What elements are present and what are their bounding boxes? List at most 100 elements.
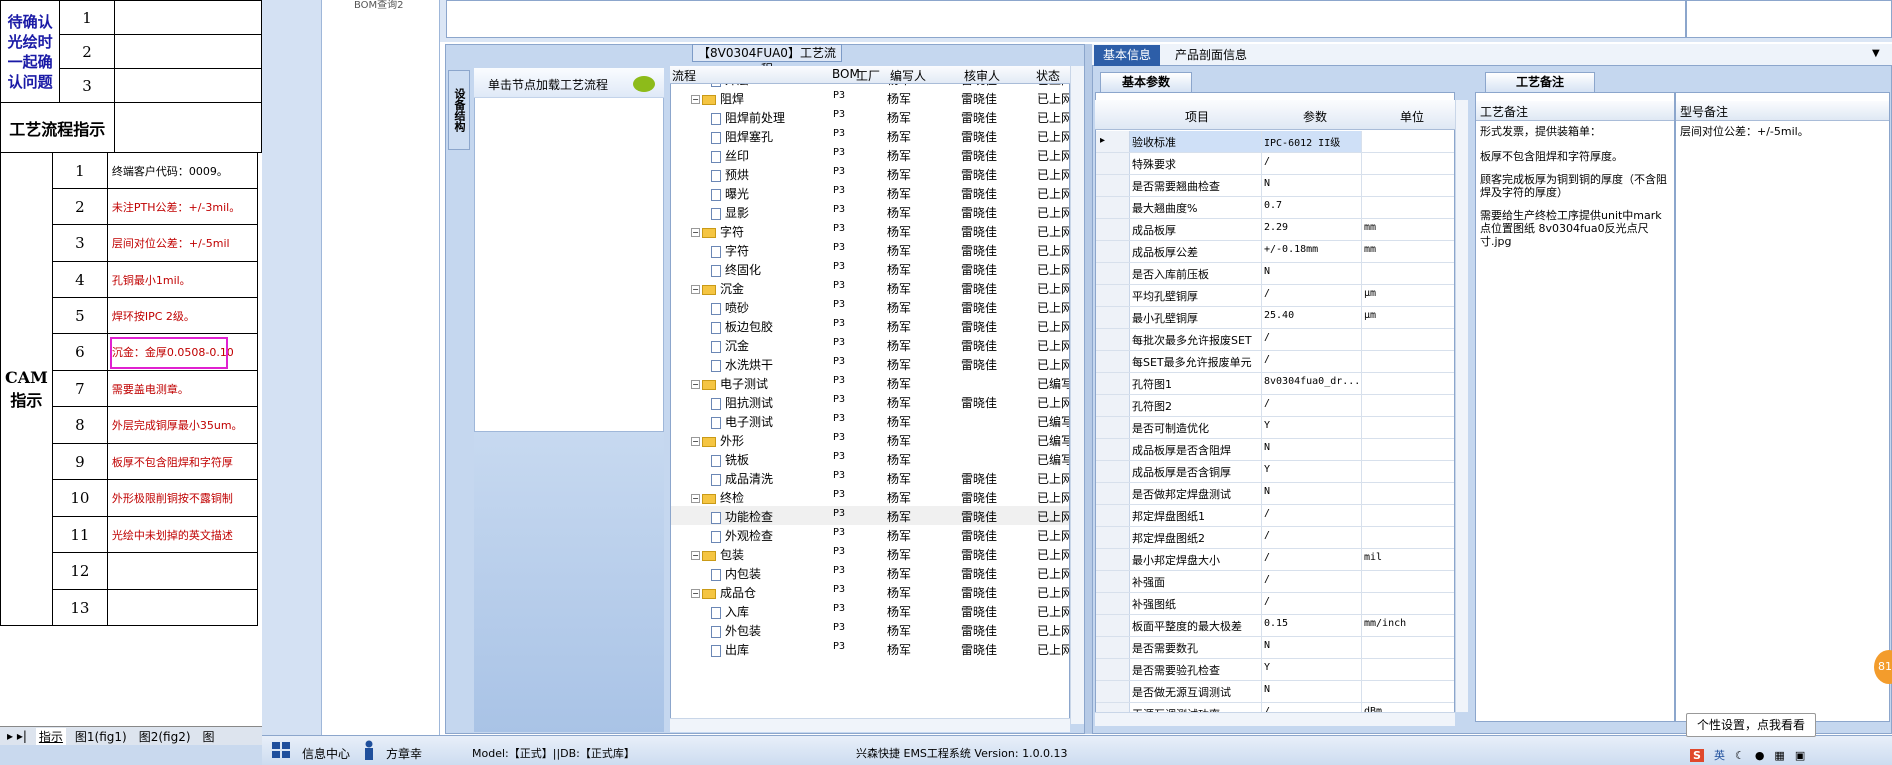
tree-node[interactable]: 预烘	[711, 166, 749, 183]
row-selector[interactable]	[1096, 395, 1130, 416]
row-selector[interactable]	[1096, 417, 1130, 438]
tree-node[interactable]: 成品清洗	[711, 470, 773, 487]
tree-row[interactable]: 丝印 P3 杨军 雷晓佳 已上网	[671, 145, 1069, 164]
col-param[interactable]: 参数	[1303, 108, 1327, 125]
tree-row[interactable]: − 电子测试 P3 杨军 已编写	[671, 373, 1069, 392]
cam-instruction[interactable]: 外形极限削铜按不露铜制	[106, 479, 258, 517]
row-num[interactable]: 6	[51, 333, 108, 371]
row-selector[interactable]	[1096, 263, 1130, 284]
col-writer[interactable]: 编写人	[890, 67, 926, 84]
param-value[interactable]: /	[1262, 329, 1362, 350]
tree-row[interactable]: 沉金 P3 杨军 雷晓佳 已上网	[671, 335, 1069, 354]
param-row[interactable]: 是否入库前压板 N	[1096, 263, 1454, 285]
param-row[interactable]: 是否做无源互调测试 N	[1096, 681, 1454, 703]
row-selector[interactable]	[1096, 681, 1130, 702]
col-flow[interactable]: 流程	[672, 67, 696, 84]
cam-instruction[interactable]: 需要盖电测章。	[106, 370, 258, 407]
param-row[interactable]: 是否需要翘曲检查 N	[1096, 175, 1454, 197]
param-row[interactable]: 平均孔壁铜厚 / μm	[1096, 285, 1454, 307]
tab-profile-info[interactable]: 产品剖面信息	[1166, 45, 1256, 66]
tree-node[interactable]: 外观检查	[711, 527, 773, 544]
param-value[interactable]: /	[1262, 593, 1362, 614]
tree-node[interactable]: 水洗烘干	[711, 356, 773, 373]
ime-s-icon[interactable]: S	[1690, 748, 1704, 762]
tree-node[interactable]: 丝印	[711, 147, 749, 164]
row-selector[interactable]	[1096, 153, 1130, 174]
tree-node[interactable]: − 包装	[691, 546, 744, 563]
param-value[interactable]: 2.29	[1262, 219, 1362, 240]
cam-instruction[interactable]	[106, 589, 258, 626]
param-row[interactable]: 是否需要验孔检查 Y	[1096, 659, 1454, 681]
tree-node[interactable]: − 电子测试	[691, 375, 768, 392]
sheet-tab[interactable]: 图	[200, 728, 218, 745]
row-num[interactable]: 5	[51, 297, 108, 334]
tooltip[interactable]: 个性设置，点我看看	[1686, 713, 1816, 737]
param-row[interactable]: 孔符图2/	[1096, 395, 1454, 417]
tree-scrollbar-h[interactable]	[670, 718, 1070, 732]
param-row[interactable]: 是否做邦定焊盘测试 N	[1096, 483, 1454, 505]
param-row[interactable]: 最大翘曲度% 0.7	[1096, 197, 1454, 219]
tree-row[interactable]: − 外形 P3 杨军 已编写	[671, 430, 1069, 449]
row-num[interactable]: 13	[51, 589, 108, 626]
row-selector[interactable]	[1096, 175, 1130, 196]
grid-scrollbar-h[interactable]	[1095, 712, 1455, 726]
collapse-icon[interactable]: −	[691, 589, 700, 598]
tab-basic-info[interactable]: 基本信息	[1094, 45, 1160, 66]
cam-instruction[interactable]: 光绘中未划掉的英文描述	[106, 516, 258, 553]
cam-instruction[interactable]: 孔铜最小1mil。	[106, 261, 258, 298]
row-num[interactable]: 12	[51, 552, 108, 590]
tree-node[interactable]: 显影	[711, 204, 749, 221]
param-value[interactable]: /	[1262, 351, 1362, 372]
param-row[interactable]: 最小孔壁铜厚 25.40 μm	[1096, 307, 1454, 329]
tree-row[interactable]: 阻焊前处理 P3 杨军 雷晓佳 已上网	[671, 107, 1069, 126]
grid-icon[interactable]	[272, 742, 292, 763]
sheet-cell[interactable]	[113, 0, 262, 35]
param-value[interactable]: /	[1262, 153, 1362, 174]
nav-item[interactable]: BOM查询2	[354, 0, 404, 11]
cam-instruction[interactable]: 未注PTH公差：+/-3mil。	[106, 188, 258, 225]
tree-node[interactable]: 外包装	[711, 622, 761, 639]
param-value[interactable]: 0.15	[1262, 615, 1362, 636]
tab-basic-params[interactable]: 基本参数	[1100, 72, 1192, 92]
param-value[interactable]: Y	[1262, 417, 1362, 438]
tree-row[interactable]: 板边包胶 P3 杨军 雷晓佳 已上网	[671, 316, 1069, 335]
col-status[interactable]: 状态	[1036, 67, 1060, 84]
sheet-nav-icon[interactable]: ▸ ▸|	[4, 729, 30, 743]
tree-row[interactable]: 外包装 P3 杨军 雷晓佳 已上网	[671, 620, 1069, 639]
param-value[interactable]: 0.7	[1262, 197, 1362, 218]
cam-instruction[interactable]: 外层完成铜厚最小35um。	[106, 406, 258, 444]
param-row[interactable]: 最小邦定焊盘大小 / mil	[1096, 549, 1454, 571]
param-row[interactable]: ▸ 验收标准 IPC-6012 II级	[1096, 131, 1454, 153]
tree-node[interactable]: 功能检查	[711, 508, 773, 525]
param-value[interactable]: /	[1262, 549, 1362, 570]
ime-shirt-icon[interactable]: ▣	[1795, 749, 1805, 762]
tree-node[interactable]: 终固化	[711, 261, 761, 278]
sheet-tab[interactable]: 图2(fig2)	[136, 728, 194, 745]
ime-moon-icon[interactable]: ☾	[1735, 749, 1745, 762]
tree-node[interactable]: − 外形	[691, 432, 744, 449]
row-num[interactable]: 3	[59, 68, 115, 103]
cam-instruction[interactable]: 终端客户代码：0009。	[106, 152, 258, 189]
collapse-icon[interactable]: −	[691, 494, 700, 503]
tree-row[interactable]: 入库 P3 杨军 雷晓佳 已上网	[671, 601, 1069, 620]
tree-node[interactable]: 入库	[711, 603, 749, 620]
param-value[interactable]: N	[1262, 439, 1362, 460]
row-selector[interactable]	[1096, 659, 1130, 680]
param-value[interactable]: N	[1262, 483, 1362, 504]
row-selector[interactable]	[1096, 373, 1130, 394]
tree-row[interactable]: − 成品仓 P3 杨军 雷晓佳 已上网	[671, 582, 1069, 601]
param-value[interactable]: /	[1262, 571, 1362, 592]
tree-node[interactable]: 曝光	[711, 185, 749, 202]
row-num[interactable]: 9	[51, 443, 108, 480]
row-selector[interactable]	[1096, 461, 1130, 482]
row-selector[interactable]: ▸	[1096, 131, 1130, 152]
tree-node[interactable]: 字符	[711, 242, 749, 259]
tree-node[interactable]: 喷砂	[711, 299, 749, 316]
tree-row[interactable]: 阻焊塞孔 P3 杨军 雷晓佳 已上网	[671, 126, 1069, 145]
tree-row[interactable]: 终固化 P3 杨军 雷晓佳 已上网	[671, 259, 1069, 278]
tree-row[interactable]: 出库 P3 杨军 雷晓佳 已上网	[671, 639, 1069, 658]
tree-node[interactable]: 阻抗测试	[711, 394, 773, 411]
param-row[interactable]: 邦定焊盘图纸1/	[1096, 505, 1454, 527]
tab-menu-icon[interactable]: ▼	[1872, 48, 1880, 59]
tree-row[interactable]: 阻抗测试 P3 杨军 雷晓佳 已上网	[671, 392, 1069, 411]
